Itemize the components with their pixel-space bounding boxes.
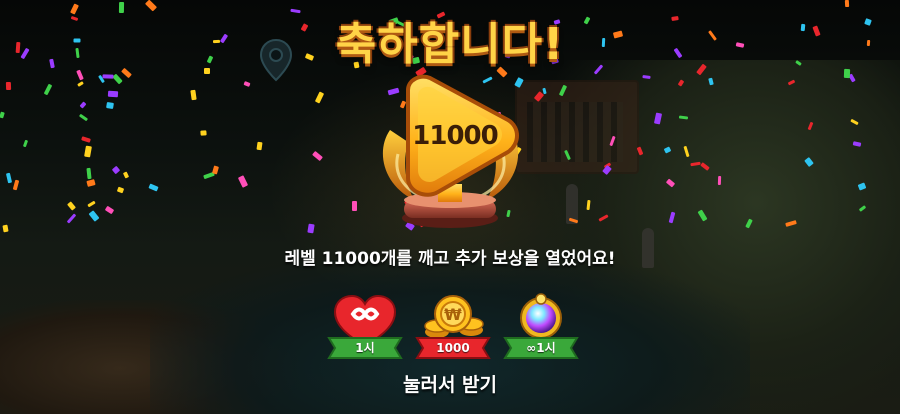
- background-house: [515, 80, 639, 174]
- trophy-level-number: 11000: [412, 121, 498, 151]
- trophy-icon: [382, 74, 519, 228]
- confetti-piece: [843, 68, 851, 79]
- congratulations-title: 축하합니다!: [335, 19, 565, 70]
- confetti-piece: [106, 101, 114, 110]
- reward-coins: ₩ 1000: [413, 292, 493, 360]
- reward-label: ∞1시: [526, 341, 556, 355]
- tap-to-claim-button[interactable]: 눌러서 받기: [0, 370, 900, 397]
- reward-message: 레벨 11000개를 깨고 추가 보상을 열었어요!: [284, 249, 616, 269]
- confetti-piece: [102, 74, 114, 79]
- reward-label: 1000: [436, 341, 470, 355]
- reward-label: 1시: [355, 341, 375, 355]
- svg-text:₩: ₩: [444, 305, 462, 324]
- confetti-piece: [717, 175, 722, 186]
- confetti-piece: [844, 0, 850, 8]
- confetti-piece: [107, 90, 119, 98]
- confetti-piece: [200, 130, 207, 136]
- confetti-piece: [5, 81, 12, 91]
- confetti-piece: [352, 201, 357, 211]
- confetti-piece: [2, 224, 9, 233]
- reward-booster: ∞1시: [501, 292, 581, 360]
- reward-infinite-lives: 1시: [325, 292, 405, 360]
- reward-list: 1시 ₩ 1000 ∞1시: [325, 292, 580, 362]
